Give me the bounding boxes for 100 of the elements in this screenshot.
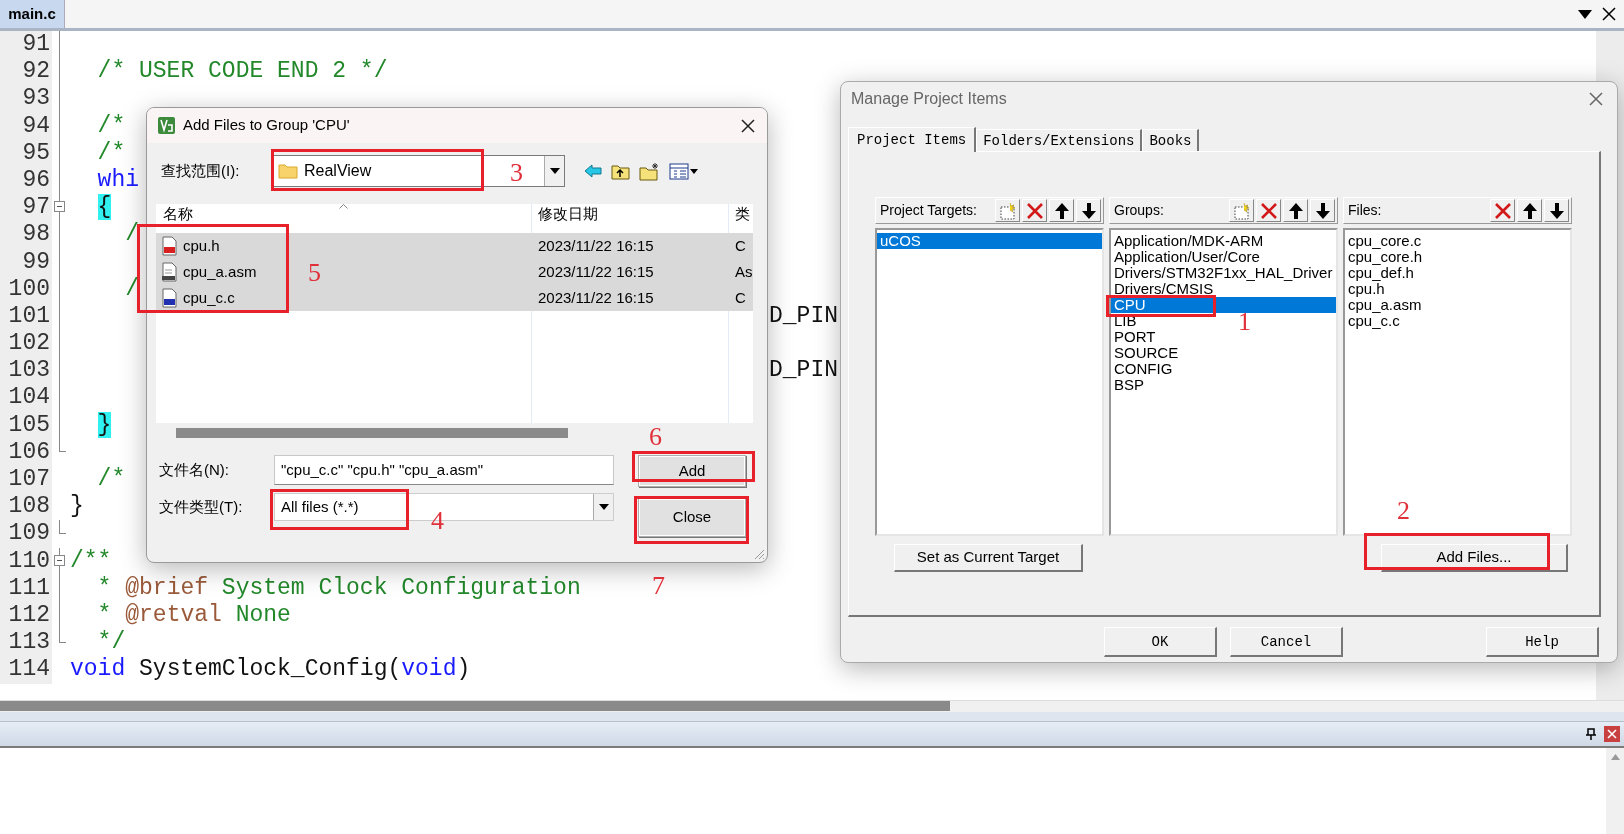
column-header[interactable]: 类	[735, 205, 750, 222]
file-tab[interactable]: main.c	[0, 0, 65, 28]
file-date: 2023/11/22 16:15	[538, 288, 654, 306]
scrollbar[interactable]	[1606, 748, 1624, 834]
back-arrow-icon[interactable]	[584, 164, 602, 178]
dialog-button[interactable]: Help	[1486, 627, 1599, 657]
folder-icon	[278, 163, 298, 179]
line-number: 96	[0, 166, 52, 195]
list-item[interactable]: PORT	[1111, 329, 1159, 345]
delete-button[interactable]	[1490, 199, 1515, 222]
code-line: void SystemClock_Config(void)	[70, 656, 471, 684]
new-button[interactable]	[1229, 199, 1254, 222]
line-number: 93	[0, 85, 52, 113]
line-number: 109	[0, 520, 52, 548]
line-number: 101	[0, 302, 52, 331]
list-item[interactable]: CONFIG	[1111, 361, 1176, 377]
app-icon	[158, 117, 175, 134]
code-line: /*	[96, 139, 126, 167]
code-line: D_PIN	[769, 302, 838, 331]
list-item[interactable]: Drivers/STM32F1xx_HAL_Driver	[1111, 265, 1336, 281]
delete-button[interactable]	[1022, 199, 1047, 222]
line-number: 114	[0, 656, 52, 684]
scrollbar[interactable]	[0, 700, 1624, 712]
file-row[interactable]: cpu_c.c 2023/11/22 16:15 C	[156, 285, 753, 311]
list-item[interactable]: cpu_core.h	[1345, 249, 1426, 265]
collapse-icon[interactable]	[54, 554, 65, 566]
close-button[interactable]	[741, 118, 755, 133]
move-up-button[interactable]	[1049, 199, 1074, 222]
file-name: cpu.h	[183, 235, 220, 256]
tab[interactable]: Project Items	[848, 127, 977, 152]
list-item[interactable]: Application/User/Core	[1111, 249, 1263, 265]
close-button[interactable]: Close	[638, 498, 746, 537]
list-item[interactable]: Drivers/CMSIS	[1111, 281, 1217, 297]
step-number: 6	[649, 424, 662, 450]
line-number: 97	[0, 194, 52, 222]
line-number: 102	[0, 330, 52, 358]
list-item[interactable]: cpu_def.h	[1345, 265, 1417, 281]
code-line: */	[96, 629, 126, 657]
file-name-field[interactable]: "cpu_c.c" "cpu.h" "cpu_a.asm"	[274, 455, 614, 485]
list-item[interactable]: uCOS	[877, 233, 1102, 249]
up-arrow-icon	[1521, 201, 1538, 220]
line-number: 94	[0, 112, 52, 140]
dropdown-icon[interactable]	[1578, 9, 1592, 19]
line-number: 105	[0, 411, 52, 439]
list-item[interactable]: cpu_c.c	[1345, 313, 1403, 329]
code-line: /* USER CODE END 2 */	[96, 58, 388, 86]
file-icon	[161, 262, 178, 282]
file-date: 2023/11/22 16:15	[538, 236, 654, 254]
line-number: 111	[0, 574, 52, 602]
action-button[interactable]: Set as Current Target	[894, 544, 1083, 572]
delete-icon	[1493, 201, 1512, 220]
code-line: D_PIN	[769, 357, 838, 385]
code-line: whi	[96, 166, 139, 195]
field-label: 查找范围(I):	[161, 160, 241, 181]
list-item[interactable]: Application/MDK-ARM	[1111, 233, 1267, 249]
move-down-button[interactable]	[1544, 199, 1569, 222]
action-button[interactable]: Add Files...	[1381, 544, 1568, 572]
move-up-button[interactable]	[1517, 199, 1542, 222]
line-number: 107	[0, 466, 52, 494]
scroll-thumb[interactable]	[176, 427, 568, 438]
tab[interactable]: Folders/Extensions	[976, 129, 1143, 151]
view-menu-icon[interactable]	[669, 162, 699, 180]
line-number: 106	[0, 438, 52, 466]
pin-icon[interactable]	[1586, 728, 1596, 740]
file-type: C	[735, 288, 746, 306]
list-item[interactable]: cpu_a.asm	[1345, 297, 1425, 313]
collapse-icon[interactable]	[54, 201, 65, 213]
list-item[interactable]: SOURCE	[1111, 345, 1182, 361]
list-item[interactable]: BSP	[1111, 377, 1147, 393]
file-row[interactable]: cpu.h 2023/11/22 16:15 C	[156, 233, 753, 259]
new-button[interactable]	[995, 199, 1020, 222]
delete-button[interactable]	[1256, 199, 1281, 222]
column-header[interactable]: 名称	[163, 205, 193, 222]
down-arrow-icon	[1548, 201, 1565, 220]
dialog-button[interactable]: OK	[1104, 627, 1217, 657]
field-label: 文件名(N):	[159, 459, 230, 480]
step-number: 3	[510, 160, 523, 186]
column-header[interactable]: 修改日期	[538, 205, 598, 222]
line-number: 104	[0, 384, 52, 412]
move-down-button[interactable]	[1310, 199, 1335, 222]
down-arrow-icon	[1080, 201, 1097, 220]
line-number: 99	[0, 248, 52, 276]
code-line: * @brief System Clock Configuration	[96, 574, 581, 602]
window-title: Add Files to Group 'CPU'	[183, 115, 350, 136]
dropdown-arrow-icon	[598, 504, 609, 510]
code-line: /	[124, 275, 139, 303]
folder-up-icon[interactable]	[611, 162, 630, 180]
new-folder-icon[interactable]	[639, 161, 660, 181]
dialog-button[interactable]: Cancel	[1230, 627, 1343, 657]
list-item[interactable]: cpu_core.c	[1345, 233, 1425, 249]
list-item[interactable]: CPU	[1111, 297, 1336, 313]
delete-icon	[1259, 201, 1278, 220]
close-icon[interactable]	[1602, 7, 1616, 21]
scroll-thumb[interactable]	[0, 701, 950, 711]
move-down-button[interactable]	[1076, 199, 1101, 222]
panel-title: Files:	[1348, 201, 1382, 220]
move-up-button[interactable]	[1283, 199, 1308, 222]
tab[interactable]: Books	[1142, 129, 1200, 151]
sort-caret-icon	[339, 204, 348, 209]
list-item[interactable]: cpu.h	[1345, 281, 1388, 297]
